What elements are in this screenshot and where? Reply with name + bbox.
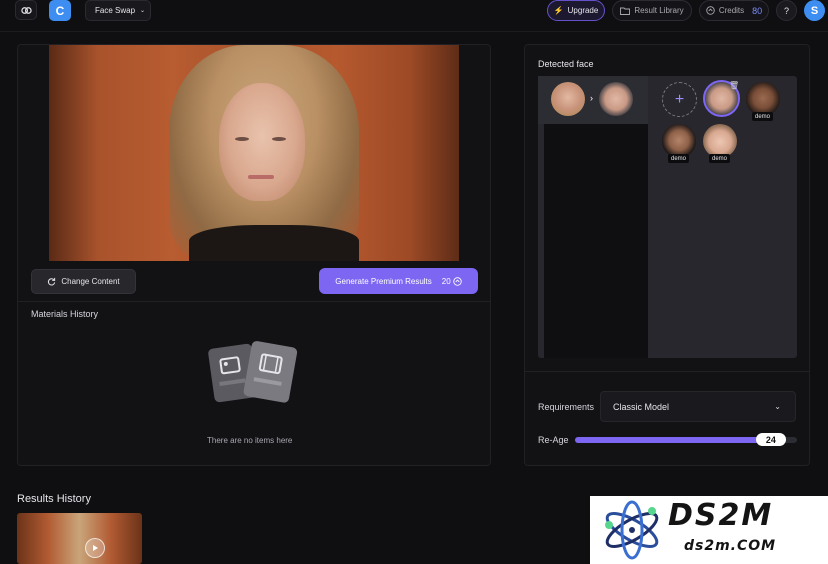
subject-face <box>219 83 305 201</box>
trash-icon[interactable]: 🗑 <box>729 81 739 90</box>
face-option-demo-1[interactable] <box>746 82 780 116</box>
generate-label: Generate Premium Results <box>335 276 432 286</box>
reage-slider[interactable]: 24 <box>575 433 797 446</box>
play-icon[interactable] <box>85 538 105 558</box>
user-avatar[interactable]: S <box>804 0 825 21</box>
requirements-label: Requirements <box>538 402 595 412</box>
chevron-down-icon: ⌄ <box>140 8 146 14</box>
workspace-badge[interactable]: C <box>49 0 71 21</box>
header-divider <box>0 31 828 32</box>
plus-icon: + <box>674 90 685 108</box>
generate-cost: 20 <box>442 277 462 286</box>
face-mapping-area <box>544 124 648 358</box>
watermark-url: ds2m.COM <box>684 538 777 554</box>
result-library-button[interactable]: Result Library <box>612 0 692 21</box>
generate-cost-value: 20 <box>441 276 451 286</box>
tool-select-label: Face Swap <box>95 6 136 15</box>
requirements-select[interactable]: Classic Model ⌄ <box>600 391 796 422</box>
subject-eye-right <box>272 137 286 141</box>
demo-tag: demo <box>709 154 731 163</box>
coin-icon <box>706 6 715 15</box>
target-face-selected[interactable] <box>599 82 633 116</box>
face-option-demo-3[interactable] <box>703 124 737 158</box>
subject-eye-left <box>235 137 249 141</box>
app-logo-button[interactable] <box>15 0 37 20</box>
empty-state-illustration <box>208 341 298 403</box>
credits-value: 80 <box>752 5 763 16</box>
credits-button[interactable]: Credits 80 <box>699 0 769 21</box>
watermark: DS2M ds2m.COM <box>590 496 828 564</box>
materials-divider <box>18 301 490 302</box>
upgrade-label: Upgrade <box>567 6 599 15</box>
subject-shirt <box>189 225 359 261</box>
requirements-value: Classic Model <box>613 401 670 412</box>
demo-tag: demo <box>668 154 690 163</box>
detected-face-source[interactable] <box>551 82 585 116</box>
subject-mouth <box>248 175 274 179</box>
reage-slider-thumb[interactable]: 24 <box>755 433 786 446</box>
app-logo-icon <box>20 6 32 14</box>
requirements-divider <box>525 371 809 372</box>
reage-label: Re-Age <box>538 435 569 445</box>
content-video[interactable] <box>49 45 459 261</box>
results-history-title: Results History <box>17 493 91 505</box>
change-content-button[interactable]: Change Content <box>31 269 136 294</box>
chevron-down-icon: ⌄ <box>774 402 781 411</box>
watermark-title: DS2M <box>668 498 774 533</box>
lightning-icon: ⚡ <box>553 6 564 15</box>
coin-icon <box>452 276 462 286</box>
reage-slider-fill <box>575 437 786 443</box>
change-content-label: Change Content <box>61 277 120 286</box>
tool-select[interactable]: Face Swap ⌄ <box>85 0 151 21</box>
folder-icon <box>620 7 631 15</box>
result-thumbnail[interactable] <box>17 513 142 564</box>
atom-logo-icon <box>605 500 659 560</box>
demo-tag: demo <box>752 112 774 121</box>
top-bar: C Face Swap ⌄ ⚡ Upgrade Result Library C… <box>0 0 828 22</box>
generate-premium-button[interactable]: Generate Premium Results 20 <box>319 268 478 294</box>
empty-state-text: There are no items here <box>207 436 293 445</box>
upgrade-button[interactable]: ⚡ Upgrade <box>547 0 605 21</box>
detected-face-title: Detected face <box>538 59 594 69</box>
credits-label: Credits <box>718 6 745 15</box>
face-option-demo-2[interactable] <box>662 124 696 158</box>
refresh-icon <box>48 277 56 286</box>
materials-history-title: Materials History <box>31 309 99 319</box>
result-library-label: Result Library <box>634 6 684 15</box>
help-button[interactable]: ? <box>776 0 797 21</box>
arrow-right-icon: › <box>590 93 593 103</box>
add-face-button[interactable]: + <box>662 82 697 117</box>
